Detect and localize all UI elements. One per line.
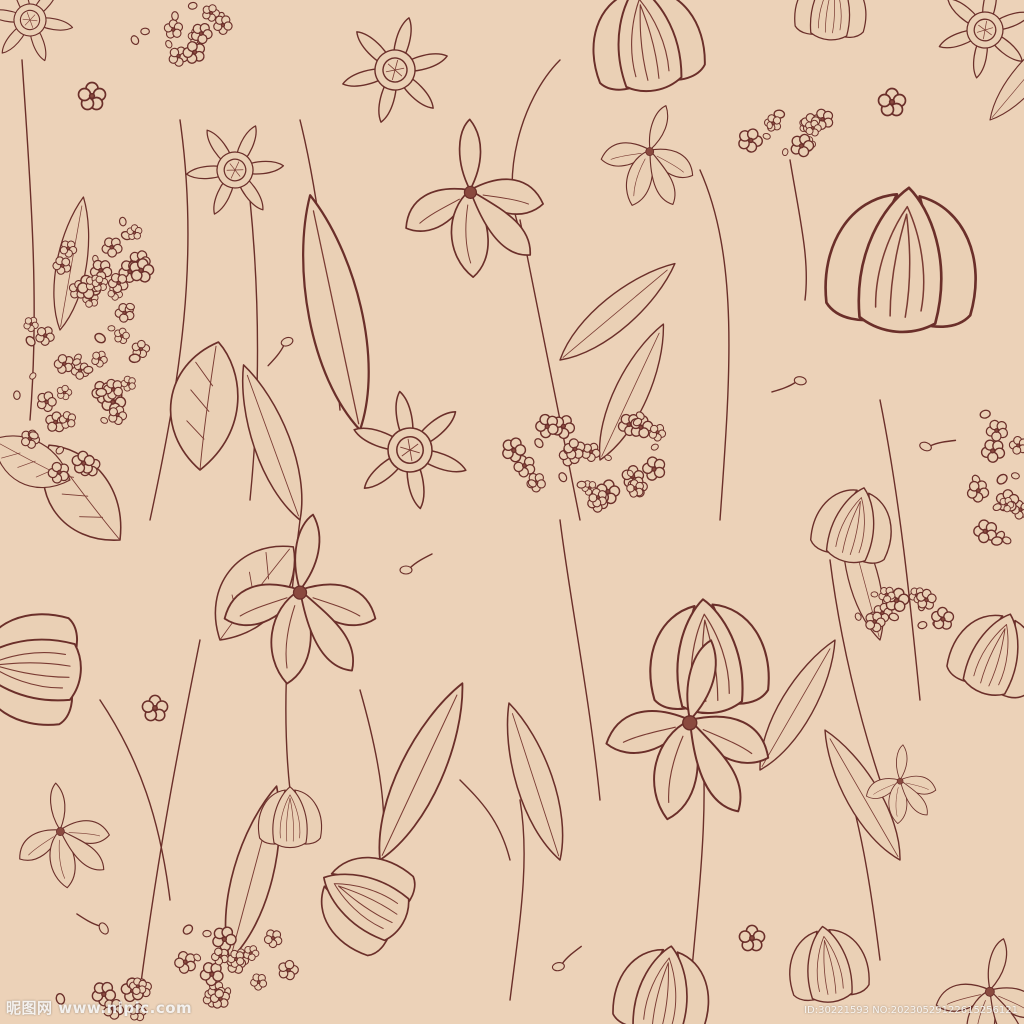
cluster-blossom [576,480,587,490]
cluster-blossom [532,436,546,450]
tulips [0,0,1024,1024]
cluster-blossom [187,1,199,11]
floral-illustration [0,0,1024,1024]
cluster-blossom [978,436,1007,465]
cluster-blossom [1010,471,1021,481]
watermark-id: ID:30221593 NO:20230529122615256121 [804,1005,1018,1016]
cluster-blossom [171,947,200,977]
cluster-blossom [140,27,151,36]
floral-pattern-canvas: 昵图网 www.nipic.com ID:30221593 NO:2023052… [0,0,1024,1024]
cluster-blossom [781,147,790,157]
leaves [0,19,1024,966]
cluster-blossom [737,127,765,154]
cluster-blossom [556,470,569,484]
cluster-blossom [766,121,774,130]
cluster-blossom [984,418,1010,443]
cluster-blossom [98,234,125,260]
cluster-blossom [180,922,195,937]
cluster-blossom [649,442,660,452]
cluster-blossom [88,347,111,370]
cluster-blossom [994,471,1010,487]
cluster-blossom [99,415,110,425]
cluster-blossom [260,925,286,951]
cluster-blossom [870,591,879,598]
cluster-blossom [27,371,38,381]
cluster-blossom [1008,435,1024,456]
cluster-blossom [277,959,300,981]
cluster-blossom [639,454,669,485]
cluster-blossom [160,16,187,43]
cluster-blossom [128,353,141,364]
cluster-blossom [212,15,233,36]
cluster-blossom [92,330,108,346]
cluster-blossom [916,619,929,631]
cluster-blossom [129,33,141,47]
cluster-blossom [202,929,212,938]
watermark-logo: 昵图网 www.nipic.com [6,999,193,1017]
cluster-blossom [118,216,128,227]
cluster-blossom [163,38,174,50]
cluster-blossom [56,384,73,401]
cluster-blossom [603,453,613,462]
cluster-blossom [95,387,108,398]
cluster-blossom [170,10,180,22]
cluster-blossom [927,603,959,636]
cluster-blossom [34,389,59,415]
cluster-blossom [13,390,21,401]
cluster-blossom [761,132,772,141]
cluster-blossom [23,334,38,349]
cluster-blossom [249,972,268,992]
cluster-blossom [107,325,116,332]
cluster-blossom [978,408,992,420]
